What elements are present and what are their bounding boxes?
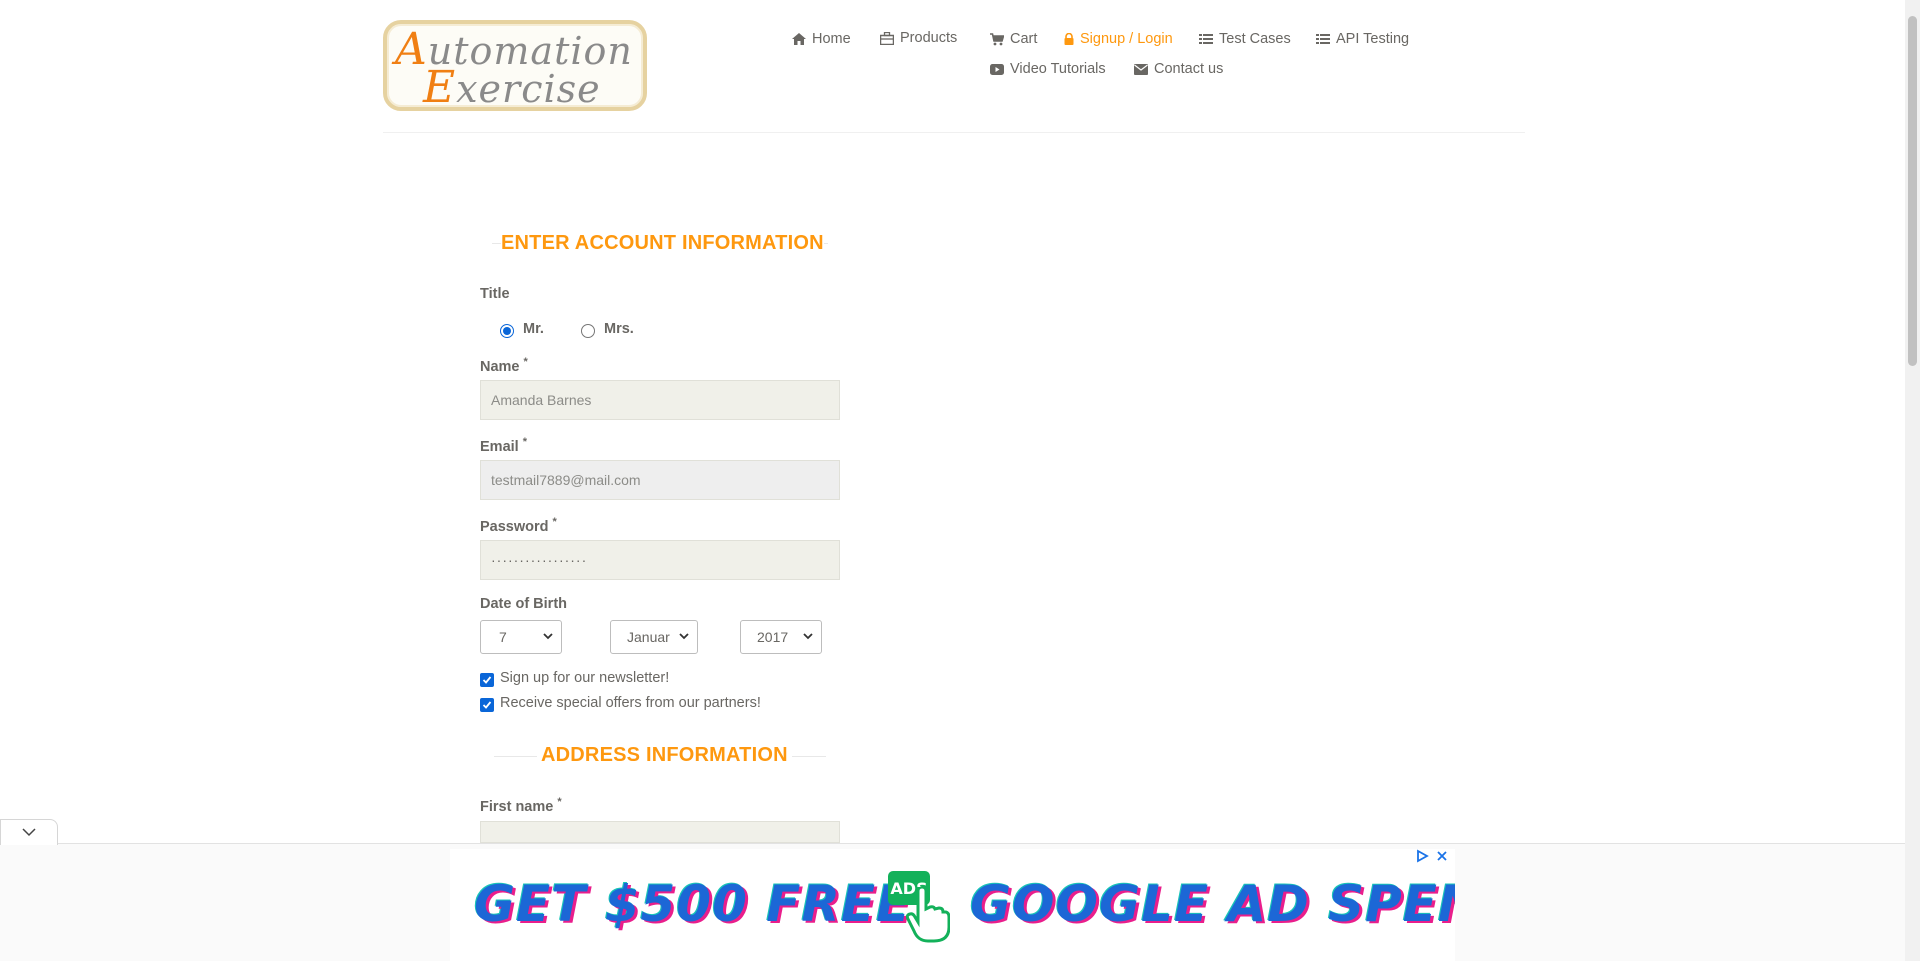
title-mr-label[interactable]: Mr. bbox=[523, 321, 544, 337]
title-mr-radio[interactable] bbox=[500, 324, 514, 338]
nav-signup-login-label: Signup / Login bbox=[1080, 31, 1173, 47]
logo-line-2: Exercise bbox=[423, 62, 601, 113]
email-input[interactable]: testmail7889@mail.com bbox=[480, 460, 840, 500]
first-name-label: First name * bbox=[480, 796, 562, 815]
title-label: Title bbox=[480, 286, 510, 302]
first-name-label-text: First name bbox=[480, 798, 554, 815]
required-mark: * bbox=[523, 356, 528, 368]
nav-home[interactable]: Home bbox=[792, 31, 851, 47]
dob-month-value: Januar bbox=[627, 629, 670, 645]
home-icon bbox=[792, 33, 806, 45]
nav-products-label: Products bbox=[900, 30, 958, 46]
site-logo[interactable]: Automation Exercise bbox=[383, 20, 647, 113]
logo-cap-e: E bbox=[423, 62, 457, 113]
dob-year-value: 2017 bbox=[757, 629, 789, 645]
adchoices-icon[interactable] bbox=[1415, 849, 1429, 863]
nav-signup-login[interactable]: Signup / Login bbox=[1064, 31, 1173, 47]
list-icon bbox=[1199, 34, 1213, 44]
products-icon bbox=[880, 31, 894, 45]
password-label-text: Password bbox=[480, 518, 549, 535]
title-mrs-radio[interactable] bbox=[581, 324, 595, 338]
offers-label[interactable]: Receive special offers from our partners… bbox=[500, 695, 761, 711]
list-icon bbox=[1316, 34, 1330, 44]
nav-video-tutorials-label: Video Tutorials bbox=[1010, 61, 1106, 77]
ad-text-left: GET $500 FREE bbox=[474, 875, 912, 933]
dob-year-select[interactable]: 2017 bbox=[740, 620, 822, 654]
dob-label: Date of Birth bbox=[480, 596, 567, 612]
first-name-input[interactable] bbox=[480, 821, 840, 843]
offers-checkbox[interactable] bbox=[480, 698, 494, 712]
chevron-down-icon bbox=[543, 633, 553, 640]
chevron-down-icon bbox=[22, 828, 36, 837]
scrollbar-thumb[interactable] bbox=[1908, 16, 1917, 366]
account-info-heading: ENTER ACCOUNT INFORMATION bbox=[501, 232, 824, 255]
lock-icon bbox=[1064, 33, 1074, 45]
header-divider bbox=[383, 132, 1525, 133]
newsletter-checkbox[interactable] bbox=[480, 673, 494, 687]
nav-api-testing-label: API Testing bbox=[1336, 31, 1410, 47]
address-info-heading: ADDRESS INFORMATION bbox=[537, 744, 792, 767]
required-mark: * bbox=[522, 436, 527, 448]
required-mark: * bbox=[557, 796, 562, 808]
password-input[interactable]: ················· bbox=[480, 540, 840, 580]
nav-test-cases-label: Test Cases bbox=[1219, 31, 1291, 47]
envelope-icon bbox=[1134, 63, 1148, 75]
dob-day-select[interactable]: 7 bbox=[480, 620, 562, 654]
nav-test-cases[interactable]: Test Cases bbox=[1199, 31, 1291, 47]
checkmark-icon bbox=[482, 701, 492, 709]
chevron-down-icon bbox=[679, 633, 689, 640]
name-input[interactable]: Amanda Barnes bbox=[480, 380, 840, 420]
newsletter-label[interactable]: Sign up for our newsletter! bbox=[500, 670, 669, 686]
chevron-down-icon bbox=[803, 633, 813, 640]
nav-contact-us[interactable]: Contact us bbox=[1134, 61, 1223, 77]
ad-text-right: GOOGLE AD SPEND bbox=[970, 875, 1455, 933]
site-header: Automation Exercise Home Products Cart S… bbox=[0, 0, 1905, 133]
cart-icon bbox=[990, 32, 1004, 45]
page-scrollbar[interactable] bbox=[1905, 0, 1920, 961]
nav-video-tutorials[interactable]: Video Tutorials bbox=[990, 61, 1106, 77]
logo-text-exercise: xercise bbox=[456, 67, 601, 111]
nav-home-label: Home bbox=[812, 31, 851, 47]
nav-contact-us-label: Contact us bbox=[1154, 61, 1224, 77]
ads-badge: ADS bbox=[888, 871, 958, 951]
email-label: Email * bbox=[480, 436, 527, 455]
ad-controls bbox=[1415, 849, 1449, 863]
dob-month-select[interactable]: Januar bbox=[610, 620, 698, 654]
nav-products[interactable]: Products bbox=[880, 30, 957, 46]
email-label-text: Email bbox=[480, 438, 519, 455]
nav-cart[interactable]: Cart bbox=[990, 31, 1037, 47]
nav-cart-label: Cart bbox=[1010, 31, 1038, 47]
pointer-hand-icon bbox=[906, 887, 950, 943]
ad-banner[interactable]: GET $500 FREE ADS GOOGLE AD SPEND bbox=[450, 849, 1455, 961]
ad-collapse-toggle[interactable] bbox=[0, 819, 58, 845]
close-icon[interactable] bbox=[1435, 849, 1449, 863]
title-mrs-label[interactable]: Mrs. bbox=[604, 321, 634, 337]
required-mark: * bbox=[552, 516, 557, 528]
youtube-icon bbox=[990, 63, 1004, 75]
name-label-text: Name bbox=[480, 358, 520, 375]
checkmark-icon bbox=[482, 676, 492, 684]
password-label: Password * bbox=[480, 516, 557, 535]
nav-api-testing[interactable]: API Testing bbox=[1316, 31, 1409, 47]
dob-day-value: 7 bbox=[499, 629, 507, 645]
name-label: Name * bbox=[480, 356, 528, 375]
